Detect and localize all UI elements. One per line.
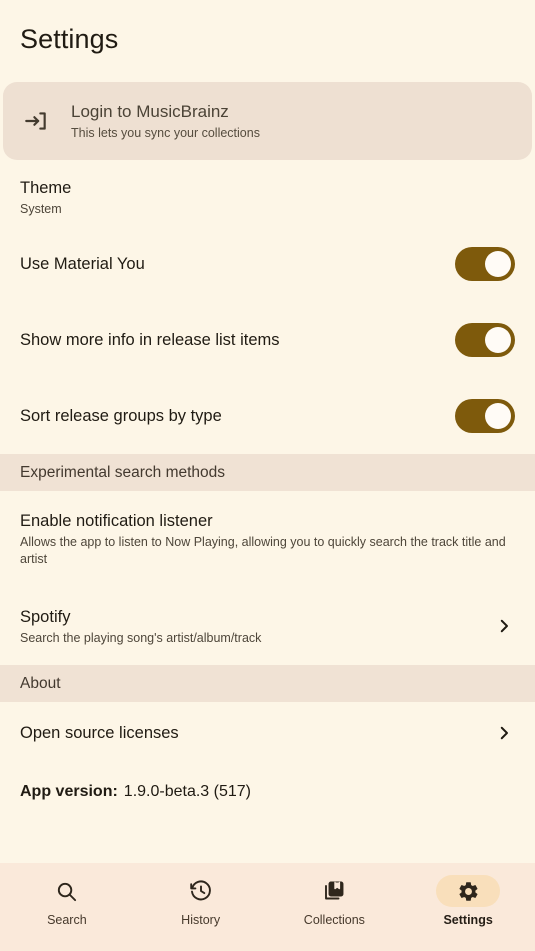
spotify-subtitle: Search the playing song's artist/album/t… bbox=[20, 630, 262, 645]
setting-row-notification-listener[interactable]: Enable notification listener Allows the … bbox=[0, 491, 535, 587]
nav-label-settings: Settings bbox=[443, 913, 493, 927]
gear-icon[interactable] bbox=[436, 875, 501, 907]
nav-item-collections[interactable]: Collections bbox=[268, 875, 402, 928]
collections-icon[interactable] bbox=[302, 875, 366, 907]
setting-row-use-material-you[interactable]: Use Material You bbox=[0, 226, 535, 302]
open-source-licenses-title: Open source licenses bbox=[20, 724, 179, 742]
search-icon[interactable] bbox=[35, 875, 99, 907]
setting-row-show-more-info[interactable]: Show more info in release list items bbox=[0, 302, 535, 378]
sort-release-groups-toggle[interactable] bbox=[455, 399, 515, 433]
login-icon bbox=[23, 108, 49, 134]
nav-item-settings[interactable]: Settings bbox=[401, 875, 535, 928]
login-musicbrainz-card[interactable]: Login to MusicBrainz This lets you sync … bbox=[3, 82, 532, 160]
theme-value: System bbox=[20, 201, 62, 216]
app-version-label: App version: bbox=[20, 783, 118, 800]
nav-label-search: Search bbox=[47, 913, 87, 927]
section-header-experimental: Experimental search methods bbox=[0, 454, 535, 491]
toggle-knob bbox=[485, 327, 511, 353]
chevron-right-icon bbox=[493, 722, 515, 744]
use-material-you-title: Use Material You bbox=[20, 255, 145, 273]
bottom-navigation-bar: Search History Collections Settings bbox=[0, 863, 535, 951]
nav-item-search[interactable]: Search bbox=[0, 875, 134, 928]
sort-release-groups-texts: Sort release groups by type bbox=[20, 405, 441, 427]
show-more-info-title: Show more info in release list items bbox=[20, 331, 280, 349]
login-card-subtitle: This lets you sync your collections bbox=[71, 126, 260, 140]
theme-texts: Theme System bbox=[20, 177, 515, 218]
page-title: Settings bbox=[20, 24, 119, 54]
toggle-knob bbox=[485, 251, 511, 277]
notification-listener-title: Enable notification listener bbox=[20, 512, 213, 530]
show-more-info-toggle[interactable] bbox=[455, 323, 515, 357]
section-header-about: About bbox=[0, 665, 535, 702]
setting-row-spotify[interactable]: Spotify Search the playing song's artist… bbox=[0, 587, 535, 665]
toggle-knob bbox=[485, 403, 511, 429]
app-version-value: 1.9.0-beta.3 (517) bbox=[123, 783, 251, 800]
theme-title: Theme bbox=[20, 178, 72, 197]
login-card-texts: Login to MusicBrainz This lets you sync … bbox=[71, 101, 260, 141]
setting-row-theme[interactable]: Theme System bbox=[0, 160, 535, 226]
open-source-licenses-texts: Open source licenses bbox=[20, 722, 481, 744]
setting-row-sort-release-groups[interactable]: Sort release groups by type bbox=[0, 378, 535, 454]
history-icon[interactable] bbox=[169, 875, 233, 907]
spotify-texts: Spotify Search the playing song's artist… bbox=[20, 606, 481, 647]
nav-item-history[interactable]: History bbox=[134, 875, 268, 928]
settings-content: Settings Login to MusicBrainz This lets … bbox=[0, 0, 535, 863]
use-material-you-toggle[interactable] bbox=[455, 247, 515, 281]
settings-screen: Settings Login to MusicBrainz This lets … bbox=[0, 0, 535, 951]
nav-label-collections: Collections bbox=[303, 913, 365, 927]
spotify-title: Spotify bbox=[20, 607, 71, 626]
chevron-right-icon bbox=[493, 615, 515, 637]
setting-row-open-source-licenses[interactable]: Open source licenses bbox=[0, 702, 535, 764]
show-more-info-texts: Show more info in release list items bbox=[20, 329, 441, 351]
nav-label-history: History bbox=[181, 913, 221, 927]
use-material-you-texts: Use Material You bbox=[20, 253, 441, 275]
login-card-title: Login to MusicBrainz bbox=[71, 102, 229, 121]
notification-listener-subtitle: Allows the app to listen to Now Playing,… bbox=[20, 535, 506, 566]
app-version-row: App version: 1.9.0-beta.3 (517) bbox=[0, 764, 535, 820]
notification-listener-texts: Enable notification listener Allows the … bbox=[20, 510, 515, 568]
sort-release-groups-title: Sort release groups by type bbox=[20, 407, 222, 425]
